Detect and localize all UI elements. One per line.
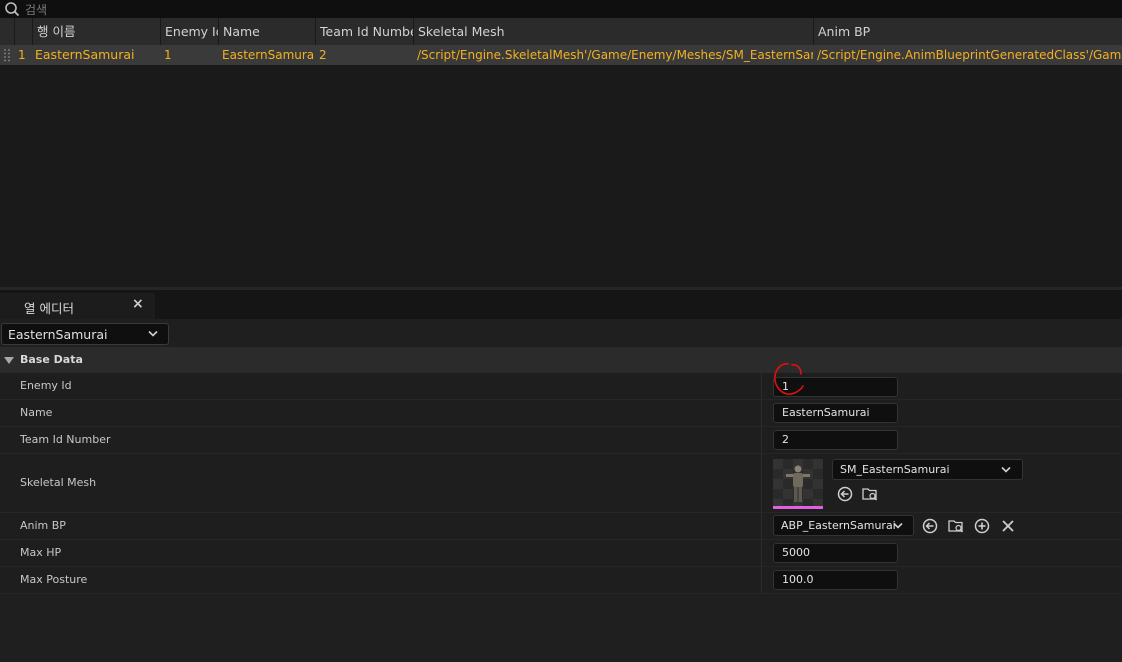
header-team-id-number[interactable]: Team Id Number [315,18,413,45]
property-row-name: Name EasternSamurai [0,400,1122,427]
cell-name[interactable]: EasternSamurai [218,45,315,65]
column-divider[interactable] [761,373,762,399]
property-label: Skeletal Mesh [20,476,97,489]
max-hp-input[interactable]: 5000 [773,543,898,563]
property-label: Max Posture [20,573,88,586]
column-divider[interactable] [761,427,762,453]
skeletal-mesh-asset-picker[interactable]: SM_EasternSamurai [832,459,1023,480]
samurai-figure-icon [773,459,823,509]
tab-strip: 열 에디터 × [0,290,1122,319]
table-empty-area [0,65,1122,287]
column-divider[interactable] [761,513,762,539]
tab-row-editor[interactable]: 열 에디터 × [0,293,155,319]
property-row-skeletal-mesh: Skeletal Mesh SM_EasternSamurai [0,454,1122,513]
anim-bp-class-picker[interactable]: ABP_EasternSamurai [773,515,914,536]
skeletal-mesh-value: SM_EasternSamurai [840,463,950,476]
header-name[interactable]: Name [218,18,315,45]
property-row-max-hp: Max HP 5000 [0,540,1122,567]
header-index-column [0,18,14,45]
max-hp-value: 5000 [782,546,810,559]
team-id-value: 2 [782,433,789,446]
annotation-circle [774,363,804,395]
search-placeholder[interactable]: 검색 [25,1,47,18]
cell-team-id[interactable]: 2 [315,45,413,65]
tab-label: 열 에디터 [24,301,74,316]
add-icon[interactable] [974,518,990,534]
use-selected-icon[interactable] [837,486,853,502]
chevron-down-icon [1001,466,1011,473]
skeletal-mesh-thumbnail[interactable] [773,459,823,509]
cell-row-name[interactable]: EasternSamurai [31,45,160,65]
close-icon[interactable]: × [132,296,144,312]
property-row-enemy-id: Enemy Id 1 [0,373,1122,400]
property-label: Max HP [20,546,62,559]
row-select-dropdown[interactable]: EasternSamurai [1,323,169,345]
chevron-down-icon [148,330,158,337]
clear-icon[interactable] [1000,518,1016,534]
search-icon [5,2,20,17]
column-divider[interactable] [761,540,762,566]
column-divider[interactable] [761,567,762,593]
max-posture-input[interactable]: 100.0 [773,570,898,590]
column-divider[interactable] [761,454,762,512]
cell-skeletal-mesh[interactable]: /Script/Engine.SkeletalMesh'/Game/Enemy/… [413,45,813,65]
row-index: 1 [18,48,26,62]
collapse-triangle-icon[interactable] [4,357,14,364]
drag-grip-icon[interactable] [3,48,11,62]
max-posture-value: 100.0 [782,573,814,586]
column-divider[interactable] [761,400,762,426]
name-value: EasternSamurai [782,406,870,419]
category-label: Base Data [20,353,83,366]
anim-bp-value: ABP_EasternSamurai [781,519,896,532]
chevron-down-icon [893,522,903,529]
cell-enemy-id[interactable]: 1 [160,45,218,65]
header-grip-column [14,18,32,45]
header-row-name[interactable]: 행 이름 [32,18,160,45]
header-skeletal-mesh[interactable]: Skeletal Mesh [413,18,813,45]
property-row-anim-bp: Anim BP ABP_EasternSamurai [0,513,1122,540]
cell-anim-bp[interactable]: /Script/Engine.AnimBlueprintGeneratedCla… [813,45,1122,65]
name-input[interactable]: EasternSamurai [773,403,898,423]
property-row-max-posture: Max Posture 100.0 [0,567,1122,594]
table-row[interactable]: 1 EasternSamurai 1 EasternSamurai 2 /Scr… [0,45,1122,65]
property-label: Team Id Number [20,433,111,446]
category-header[interactable]: Base Data [0,347,1122,373]
team-id-input[interactable]: 2 [773,430,898,450]
header-enemy-id[interactable]: Enemy Id [160,18,218,45]
row-select-value: EasternSamurai [8,327,108,342]
property-label: Enemy Id [20,379,72,392]
property-label: Name [20,406,53,419]
browse-icon[interactable] [862,486,878,502]
use-selected-icon[interactable] [922,518,938,534]
property-label: Anim BP [20,519,66,532]
property-row-team-id: Team Id Number 2 [0,427,1122,454]
header-anim-bp[interactable]: Anim BP [813,18,1122,45]
thumbnail-asset-color-bar [773,506,823,509]
table-header: 행 이름 Enemy Id Name Team Id Number Skelet… [0,18,1122,46]
browse-icon[interactable] [948,518,964,534]
search-bar[interactable]: 검색 [0,0,1122,18]
